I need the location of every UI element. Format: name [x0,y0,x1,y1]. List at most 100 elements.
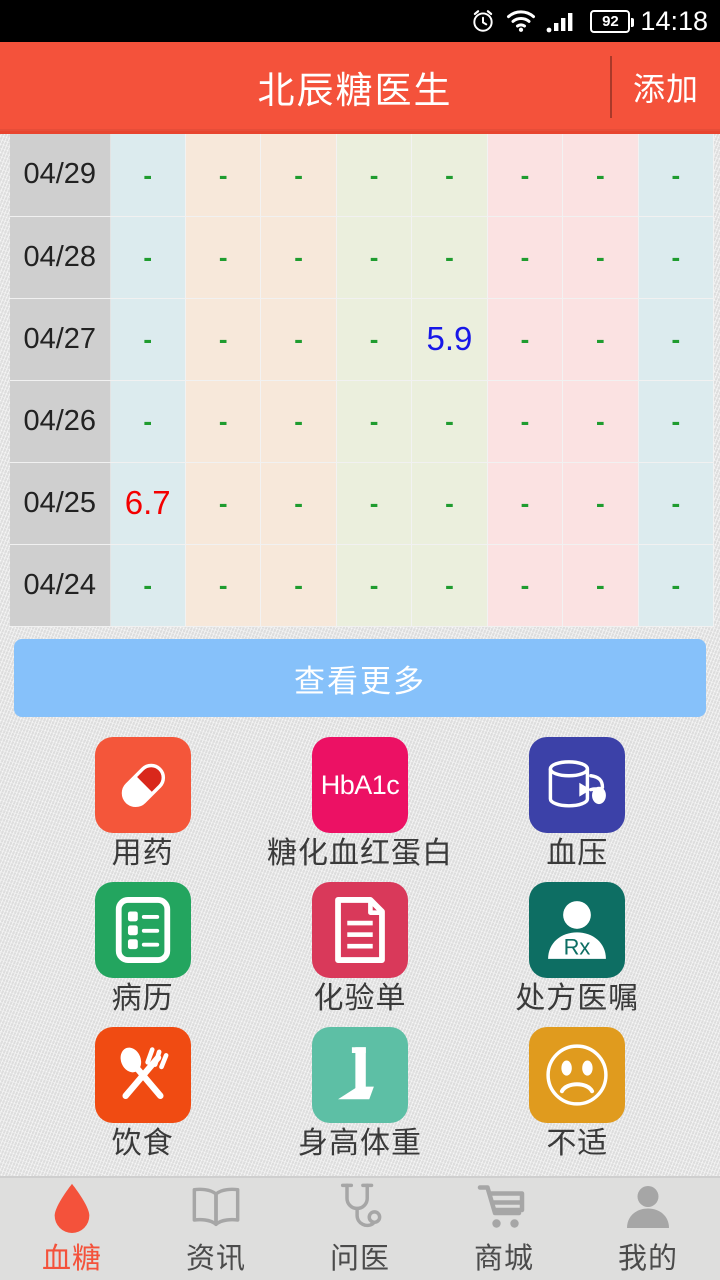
glucose-cell[interactable]: - [562,216,639,299]
glucose-cell[interactable]: - [110,380,186,463]
row-date-cell: 04/25 [10,462,111,545]
glucose-cell[interactable]: - [411,216,488,299]
glucose-cell[interactable]: - [411,380,488,463]
glucose-cell[interactable]: - [336,298,413,381]
sad-face-icon[interactable] [529,1027,626,1123]
glucose-value: - [218,570,228,601]
blood-drop-icon [48,1181,96,1233]
glucose-cell[interactable]: - [487,298,564,381]
table-row[interactable]: 04/25 6.7 - - - - - - - [10,462,715,545]
glucose-cell[interactable]: - [260,298,337,381]
glucose-cell[interactable]: - [185,380,262,463]
table-row[interactable]: 04/24 - - - - - - - - [10,544,715,627]
pill-capsule-icon[interactable] [94,737,191,833]
glucose-cell[interactable]: - [562,544,639,627]
feature-item-medical-record[interactable]: 病历 [34,882,251,1027]
view-more-button[interactable]: 查看更多 [14,639,706,717]
feature-item-sad-face[interactable]: 不适 [469,1027,686,1172]
spoon-fork-icon[interactable] [94,1027,191,1123]
glucose-cell[interactable]: - [487,216,564,299]
battery-level: 92 [602,12,619,30]
table-row[interactable]: 04/28 - - - - - - - - [10,216,715,299]
glucose-cell[interactable]: - [562,134,639,217]
tab-person[interactable]: 我的 [576,1178,720,1280]
glucose-cell[interactable]: - [185,134,262,217]
glucose-cell[interactable]: - [185,544,262,627]
glucose-cell[interactable]: - [260,544,337,627]
table-row[interactable]: 04/29 - - - - - - - - [10,134,715,217]
glucose-cell[interactable]: 6.7 [110,462,186,545]
glucose-cell[interactable]: - [110,216,186,299]
glucose-cell[interactable]: - [562,298,639,381]
blood-pressure-cuff-icon[interactable] [529,737,626,833]
glucose-cell[interactable]: - [260,134,337,217]
feature-item-spoon-fork[interactable]: 饮食 [34,1027,251,1172]
glucose-cell[interactable]: - [638,462,715,545]
hba1c-icon[interactable]: HbA1c [311,737,408,833]
glucose-cell[interactable]: - [185,216,262,299]
glucose-cell[interactable]: - [260,216,337,299]
glucose-cell[interactable]: - [411,544,488,627]
height-weight-scale-icon[interactable] [311,1027,408,1123]
glucose-value: - [369,159,379,190]
tab-shopping-cart[interactable]: 商城 [432,1178,576,1280]
glucose-cell[interactable]: - [260,462,337,545]
feature-item-blood-pressure-cuff[interactable]: 血压 [469,737,686,882]
add-button[interactable]: 添加 [612,64,720,110]
glucose-value: - [671,159,681,190]
glucose-cell[interactable]: - [487,380,564,463]
glucose-value: - [671,570,681,601]
glucose-value: - [596,570,605,601]
glucose-value: - [369,570,379,601]
glucose-cell[interactable]: - [260,380,337,463]
tab-stethoscope[interactable]: 问医 [288,1178,432,1280]
glucose-value: - [218,488,228,519]
glucose-value: - [520,242,530,273]
glucose-cell[interactable]: - [336,544,413,627]
glucose-value: - [218,242,228,273]
glucose-cell[interactable]: - [185,298,262,381]
bottom-tab-bar: 血糖 资讯 问医 商城 我的 [0,1176,720,1280]
glucose-value: - [218,159,228,190]
tab-label: 资讯 [185,1243,246,1275]
glucose-cell[interactable]: - [487,544,564,627]
glucose-cell[interactable]: - [638,298,715,381]
glucose-cell[interactable]: - [110,298,186,381]
feature-item-label: 身高体重 [297,1127,422,1160]
glucose-cell[interactable]: - [638,216,715,299]
feature-item-pill-capsule[interactable]: 用药 [34,737,251,882]
glucose-cell[interactable]: - [487,134,564,217]
glucose-cell[interactable]: - [336,134,413,217]
glucose-cell[interactable]: - [336,216,413,299]
glucose-cell[interactable]: - [562,462,639,545]
table-row[interactable]: 04/26 - - - - - - - - [10,380,715,463]
glucose-cell[interactable]: - [185,462,262,545]
glucose-cell[interactable]: - [110,134,186,217]
glucose-value: - [671,242,681,273]
tab-book[interactable]: 资讯 [144,1178,288,1280]
glucose-value: - [294,488,303,519]
glucose-cell[interactable]: - [638,544,715,627]
glucose-cell[interactable]: - [562,380,639,463]
tab-blood-drop[interactable]: 血糖 [0,1178,144,1280]
glucose-cell[interactable]: - [638,380,715,463]
glucose-cell[interactable]: - [411,134,488,217]
glucose-cell[interactable]: - [638,134,715,217]
lab-report-icon[interactable] [311,882,408,978]
medical-record-icon[interactable] [94,882,191,978]
glucose-cell[interactable]: - [336,462,413,545]
feature-item-height-weight-scale[interactable]: 身高体重 [251,1027,468,1172]
glucose-cell[interactable]: - [110,544,186,627]
feature-item-lab-report[interactable]: 化验单 [251,882,468,1027]
glucose-table-wrapper[interactable]: 04/29 - - - - - - - - 04/28 - - - - - - - - 04/27 - - - - 5.9 - -… [0,134,720,627]
glucose-cell[interactable]: - [336,380,413,463]
table-row[interactable]: 04/27 - - - - 5.9 - - - [10,298,715,381]
feature-item-prescription-rx[interactable]: Rx 处方医嘱 [469,882,686,1027]
glucose-cell[interactable]: 5.9 [411,298,488,381]
glucose-cell[interactable]: - [487,462,564,545]
view-more-wrapper: 查看更多 [0,627,720,727]
prescription-rx-icon[interactable]: Rx [529,882,626,978]
feature-item-hba1c[interactable]: HbA1c 糖化血红蛋白 [251,737,468,882]
glucose-cell[interactable]: - [411,462,488,545]
feature-item-label: 饮食 [111,1127,174,1160]
